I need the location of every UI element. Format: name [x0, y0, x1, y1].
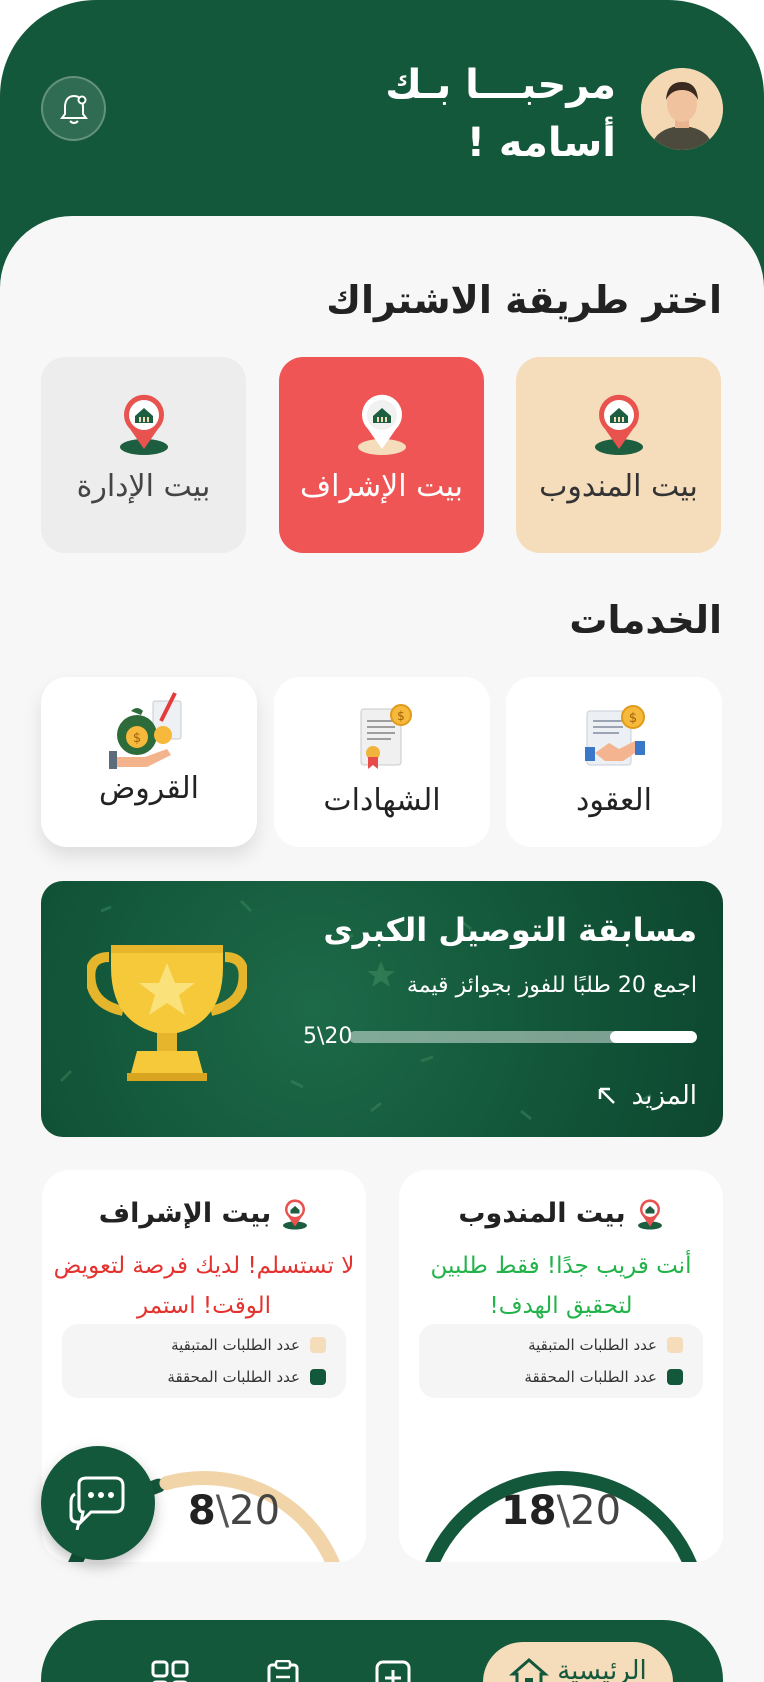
legend-achieved-label: عدد الطلبات المحققة [167, 1368, 300, 1386]
location-pin-icon [119, 394, 168, 455]
chat-button[interactable] [41, 1446, 155, 1560]
nav-home-label: الرئيسية [557, 1656, 647, 1682]
location-pin-icon [283, 1199, 308, 1230]
service-certificates[interactable]: $ الشهادات [274, 677, 490, 847]
gauge-achieved: 18 [500, 1488, 557, 1534]
location-pin-icon [357, 394, 406, 455]
gauge-value: 18\20 [399, 1488, 723, 1534]
legend-swatch-achieved [667, 1369, 683, 1385]
legend-remaining: عدد الطلبات المتبقية [528, 1336, 683, 1354]
legend-achieved: عدد الطلبات المحققة [167, 1368, 326, 1386]
arrow-up-left-icon [598, 1087, 615, 1104]
legend-swatch-remaining [310, 1337, 326, 1353]
legend-remaining-label: عدد الطلبات المتبقية [528, 1336, 657, 1354]
legend-remaining: عدد الطلبات المتبقية [171, 1336, 326, 1354]
subscription-title: اختر طريقة الاشتراك [326, 278, 722, 322]
stats-card-delegate[interactable]: بيت المندوب أنت قريب جدًا! فقط طلبين لتح… [399, 1170, 723, 1562]
nav-home[interactable]: الرئيسية [483, 1642, 673, 1682]
contract-icon: $ [585, 705, 645, 766]
subscription-option-label: بيت الإشراف [300, 469, 463, 504]
clipboard-icon [267, 1659, 299, 1682]
legend-swatch-achieved [310, 1369, 326, 1385]
stats-card-header: بيت المندوب [399, 1196, 723, 1230]
svg-text:$: $ [629, 711, 637, 726]
nav-add[interactable] [375, 1660, 411, 1682]
service-label: العقود [576, 783, 652, 818]
user-avatar[interactable] [641, 68, 723, 150]
nav-orders[interactable] [267, 1659, 299, 1682]
trophy-icon [87, 945, 247, 1081]
chat-bubbles-icon [69, 1476, 125, 1530]
nav-menu[interactable] [151, 1660, 189, 1682]
legend: عدد الطلبات المتبقية عدد الطلبات المحققة [62, 1324, 346, 1398]
location-pin-icon [594, 394, 643, 455]
service-loans[interactable]: $ القروض [41, 677, 257, 847]
competition-progress-fill [610, 1031, 697, 1043]
loan-icon: $ [109, 692, 182, 769]
gauge-total: 20 [229, 1488, 281, 1534]
notifications-button[interactable] [41, 76, 106, 141]
app-screen: مرحبـــا بـك أسامه ! اختر طريقة الاشتراك… [0, 0, 764, 1682]
stats-card-message: أنت قريب جدًا! فقط طلبين لتحقيق الهدف! [430, 1253, 692, 1319]
competition-more-link[interactable]: المزيد [596, 1081, 697, 1111]
greeting-username: أسامه ! [466, 120, 616, 166]
service-contracts[interactable]: $ العقود [506, 677, 722, 847]
gauge-total: 20 [570, 1488, 622, 1534]
legend-swatch-remaining [667, 1337, 683, 1353]
svg-text:$: $ [133, 731, 141, 746]
gauge-separator: \ [215, 1488, 230, 1534]
subscription-option-management[interactable]: بيت الإدارة [41, 357, 246, 553]
svg-text:$: $ [397, 709, 405, 723]
certificate-icon: $ [360, 704, 412, 769]
subscription-option-label: بيت الإدارة [76, 469, 211, 504]
legend-achieved: عدد الطلبات المحققة [524, 1368, 683, 1386]
grid-icon [151, 1660, 189, 1682]
competition-subtitle: اجمع 20 طلبًا للفوز بجوائز قيمة [406, 973, 697, 998]
subscription-option-supervision[interactable]: بيت الإشراف [279, 357, 484, 553]
add-square-icon [375, 1660, 411, 1682]
more-label: المزيد [631, 1081, 697, 1111]
gauge-separator: \ [556, 1488, 571, 1534]
stats-card-message: لا تستسلم! لديك فرصة لتعويض الوقت! استمر [53, 1253, 355, 1319]
stats-card-header: بيت الإشراف [42, 1196, 366, 1230]
location-pin-icon [637, 1199, 662, 1230]
subscription-option-delegate[interactable]: بيت المندوب [516, 357, 721, 553]
greeting-title: مرحبـــا بـك [385, 62, 616, 108]
legend-remaining-label: عدد الطلبات المتبقية [171, 1336, 300, 1354]
stats-card-title: بيت المندوب [458, 1197, 626, 1229]
service-label: الشهادات [323, 783, 441, 818]
subscription-option-label: بيت المندوب [539, 469, 698, 504]
competition-banner[interactable]: مسابقة التوصيل الكبرى اجمع 20 طلبًا للفو… [41, 881, 723, 1137]
services-title: الخدمات [569, 598, 722, 642]
home-icon [509, 1658, 550, 1682]
competition-title: مسابقة التوصيل الكبرى [323, 911, 697, 949]
competition-progress-text: 5\20 [303, 1024, 353, 1049]
bottom-navigation: الرئيسية [41, 1620, 723, 1682]
gauge-achieved: 8 [187, 1488, 216, 1534]
stats-card-title: بيت الإشراف [98, 1197, 272, 1229]
legend-achieved-label: عدد الطلبات المحققة [524, 1368, 657, 1386]
service-label: القروض [99, 771, 199, 806]
bell-icon [59, 94, 88, 124]
competition-progress-bar [349, 1031, 697, 1043]
legend: عدد الطلبات المتبقية عدد الطلبات المحققة [419, 1324, 703, 1398]
